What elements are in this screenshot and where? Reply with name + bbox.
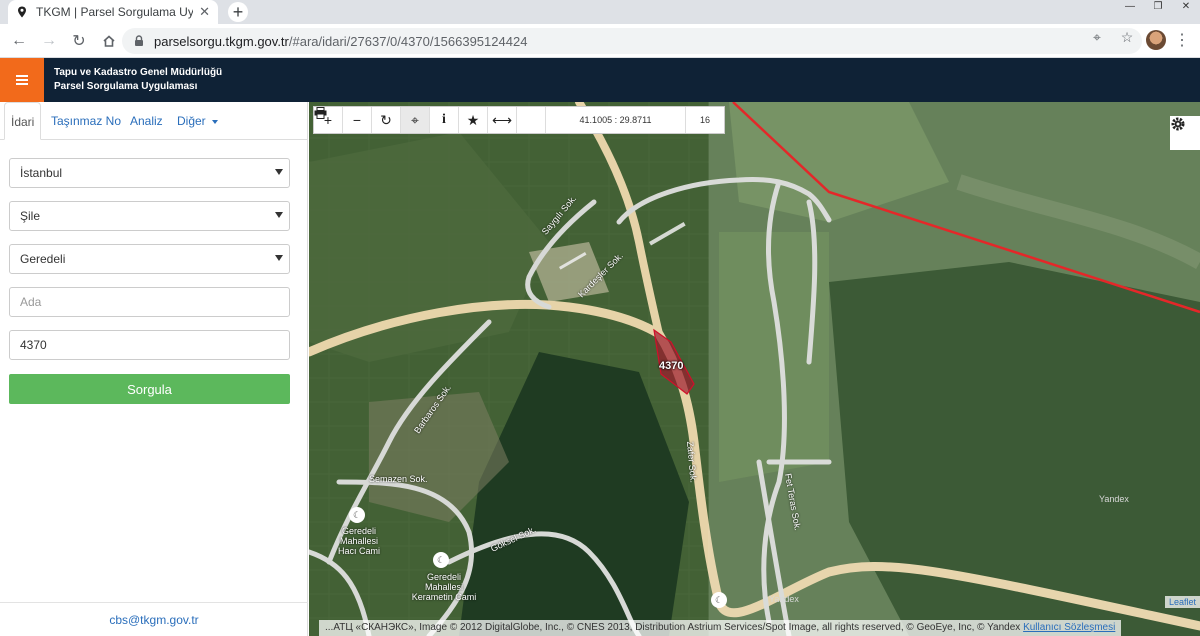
map-toolbar: + − ↻ ⌖ i ★ ⟷ 41.1005 : 29.8711 16 bbox=[313, 106, 725, 134]
browser-tab-bar: TKGM | Parsel Sorgulama Uygula ✕ + — ❐ ✕ bbox=[0, 0, 1200, 24]
info-icon[interactable]: i bbox=[430, 107, 459, 133]
measure-icon[interactable]: ⟷ bbox=[488, 107, 517, 133]
chevron-down-icon bbox=[275, 212, 283, 218]
zoom-out-icon[interactable]: − bbox=[343, 107, 372, 133]
poi-line: Kerametin Cami bbox=[411, 592, 477, 602]
attribution-text: ...АТЦ «СКАНЭКС», Image © 2012 DigitalGl… bbox=[325, 622, 1021, 633]
poi-line: Hacı Cami bbox=[337, 546, 380, 556]
lock-icon bbox=[135, 35, 143, 46]
new-tab-button[interactable]: + bbox=[228, 2, 248, 22]
hamburger-menu-icon[interactable] bbox=[0, 58, 44, 102]
forward-icon[interactable]: → bbox=[34, 26, 64, 56]
leaflet-credit-link[interactable]: Leaflet bbox=[1164, 596, 1200, 608]
neighborhood-select[interactable]: Geredeli bbox=[9, 244, 290, 274]
tab-diger[interactable]: Diğer bbox=[177, 102, 219, 140]
ada-input[interactable]: Ada bbox=[9, 287, 290, 317]
back-icon[interactable]: ← bbox=[4, 26, 34, 56]
browser-tab[interactable]: TKGM | Parsel Sorgulama Uygula ✕ bbox=[8, 0, 218, 24]
coordinate-readout: 41.1005 : 29.8711 bbox=[546, 107, 686, 133]
sidebar-tabs: İdari Taşınmaz No Analiz Diğer bbox=[0, 102, 307, 140]
zoom-level: 16 bbox=[699, 115, 710, 125]
favorite-star-icon[interactable]: ★ bbox=[459, 107, 488, 133]
settings-gear-icon[interactable] bbox=[1170, 116, 1200, 150]
poi-label: Geredeli Mahallesi Hacı Cami bbox=[329, 526, 389, 556]
street-label: Semazen Sok. bbox=[369, 474, 428, 484]
url-host: parselsorgu.tkgm.gov.tr bbox=[154, 33, 289, 49]
brand-line1: Tapu ve Kadastro Genel Müdürlüğü bbox=[54, 67, 223, 78]
location-pin-icon bbox=[18, 6, 26, 18]
chevron-down-icon bbox=[275, 255, 283, 261]
browser-menu-icon[interactable]: ⋮ bbox=[1174, 30, 1190, 50]
parcel-number-label[interactable]: 4370 bbox=[659, 360, 683, 372]
tab-diger-label: Diğer bbox=[177, 114, 206, 128]
poi-line: Geredeli bbox=[341, 526, 377, 536]
tab-title: TKGM | Parsel Sorgulama Uygula bbox=[36, 5, 194, 19]
contact-email-link[interactable]: cbs@tkgm.gov.tr bbox=[0, 602, 308, 636]
user-agreement-link[interactable]: Kullanıcı Sözleşmesi bbox=[1023, 622, 1115, 633]
yandex-watermark: Yandex bbox=[1099, 494, 1129, 504]
poi-line: Mahallesi bbox=[339, 536, 379, 546]
poi-line: Geredeli bbox=[426, 572, 462, 582]
location-target-icon[interactable]: ⌖ bbox=[1088, 28, 1106, 46]
mosque-icon[interactable]: ☾ bbox=[711, 592, 727, 608]
mosque-icon[interactable]: ☾ bbox=[349, 507, 365, 523]
poi-line: Mahallesi bbox=[424, 582, 464, 592]
pan-crosshair-icon[interactable]: ⌖ bbox=[401, 107, 430, 133]
parsel-input[interactable]: 4370 bbox=[9, 330, 290, 360]
app-brand: Tapu ve Kadastro Genel Müdürlüğü Parsel … bbox=[54, 66, 222, 94]
chevron-down-icon bbox=[275, 169, 283, 175]
reload-icon[interactable]: ↻ bbox=[64, 26, 94, 56]
window-controls: — ❐ ✕ bbox=[1116, 0, 1200, 12]
neighborhood-value: Geredeli bbox=[20, 252, 66, 266]
mosque-icon[interactable]: ☾ bbox=[433, 552, 449, 568]
tab-tasinmaz-no[interactable]: Taşınmaz No bbox=[51, 102, 121, 140]
close-tab-icon[interactable]: ✕ bbox=[199, 4, 210, 20]
browser-toolbar: ← → ↻ parselsorgu.tkgm.gov.tr /#ara/idar… bbox=[0, 24, 1200, 58]
district-value: Şile bbox=[20, 209, 41, 223]
home-icon[interactable] bbox=[94, 26, 124, 56]
brand-line2: Parsel Sorgulama Uygulaması bbox=[54, 81, 198, 92]
close-window-icon[interactable]: ✕ bbox=[1172, 0, 1200, 12]
tab-analiz[interactable]: Analiz bbox=[130, 102, 163, 140]
district-select[interactable]: Şile bbox=[9, 201, 290, 231]
poi-label: Geredeli Mahallesi Kerametin Cami bbox=[409, 572, 479, 602]
refresh-icon[interactable]: ↻ bbox=[372, 107, 401, 133]
caret-down-icon bbox=[212, 119, 219, 124]
sorgula-button[interactable]: Sorgula bbox=[9, 374, 290, 404]
map-view[interactable]: + − ↻ ⌖ i ★ ⟷ 41.1005 : 29.8711 16 4370 … bbox=[309, 102, 1200, 636]
app-header: Tapu ve Kadastro Genel Müdürlüğü Parsel … bbox=[0, 58, 1200, 102]
yandex-watermark: Yandex bbox=[769, 594, 799, 604]
url-path: /#ara/idari/27637/0/4370/1566395124424 bbox=[288, 33, 528, 49]
restore-icon[interactable]: ❐ bbox=[1144, 0, 1172, 12]
tab-idari[interactable]: İdari bbox=[4, 102, 42, 140]
province-select[interactable]: İstanbul bbox=[9, 158, 290, 188]
print-icon[interactable] bbox=[314, 107, 546, 133]
province-value: İstanbul bbox=[20, 166, 63, 180]
map-attribution: ...АТЦ «СКАНЭКС», Image © 2012 DigitalGl… bbox=[319, 620, 1122, 636]
bookmark-star-icon[interactable]: ☆ bbox=[1118, 28, 1136, 46]
address-bar-actions: ⌖ ☆ bbox=[1088, 28, 1136, 46]
query-sidebar: İdari Taşınmaz No Analiz Diğer İstanbul … bbox=[0, 102, 308, 636]
profile-avatar[interactable] bbox=[1146, 30, 1166, 50]
address-bar[interactable]: parselsorgu.tkgm.gov.tr /#ara/idari/2763… bbox=[122, 28, 1142, 54]
minimize-icon[interactable]: — bbox=[1116, 0, 1144, 12]
